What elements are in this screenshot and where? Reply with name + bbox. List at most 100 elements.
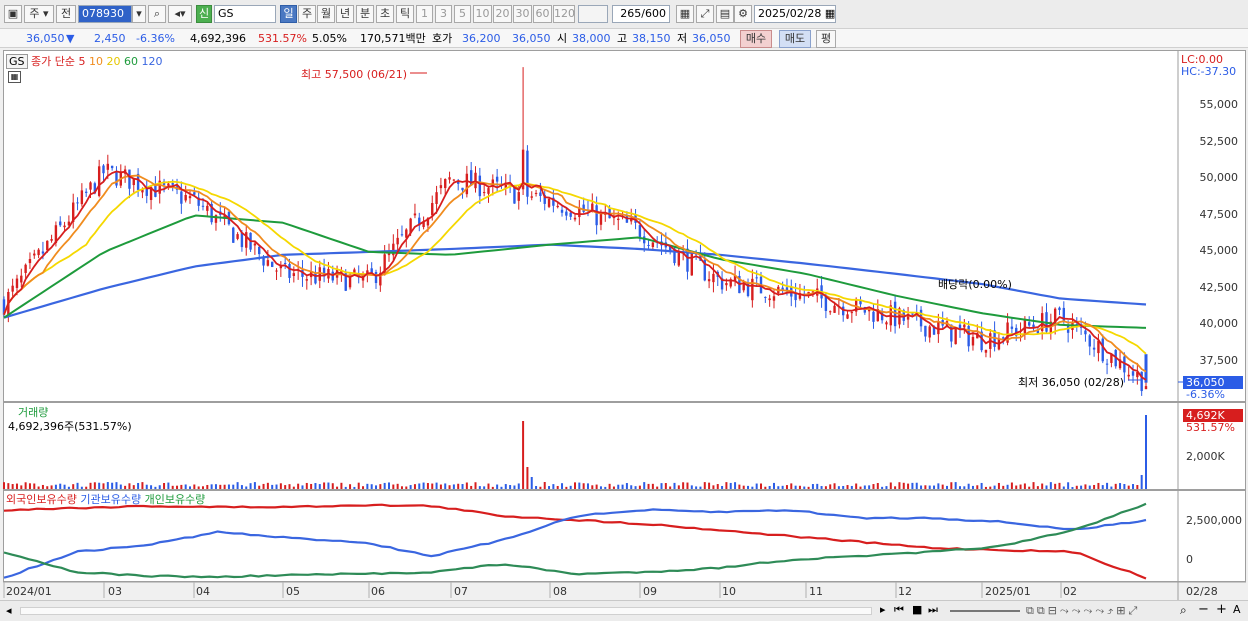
candle-body (755, 277, 758, 279)
volume-bar (543, 482, 546, 489)
volume-bar (1123, 484, 1126, 489)
candle-body (89, 182, 92, 190)
volume-bar (245, 486, 248, 489)
volume-bar (889, 482, 892, 489)
volume-bar (526, 467, 529, 489)
candle-body (46, 240, 49, 251)
candle-body (1084, 330, 1087, 335)
volume-bar (686, 482, 689, 489)
candle-body (850, 312, 854, 314)
volume-bar (1010, 482, 1013, 489)
volume-bar (145, 484, 148, 489)
candle-body (431, 203, 434, 216)
last-price-pct: -6.36% (1186, 388, 1225, 401)
volume-bar (729, 482, 732, 489)
volume-bar (920, 485, 923, 489)
play-button[interactable]: ⏭ (928, 603, 938, 617)
candle-body (84, 191, 88, 193)
chart-canvas[interactable] (0, 0, 1248, 621)
font-size-button[interactable]: A (1233, 603, 1241, 616)
x-tick-08: 08 (553, 585, 567, 598)
candle-body (984, 349, 988, 353)
institution-holdings-line (3, 503, 1147, 580)
scroll-right-button[interactable]: ▸ (880, 603, 886, 616)
volume-bar (154, 486, 157, 489)
chart-tools-strip[interactable]: ⧉⧉⊟⤳⤳⤳⤳⤴⊞⤢ (1026, 604, 1140, 618)
volume-bar (946, 485, 949, 489)
candle-body (115, 172, 118, 186)
volume-bar (954, 482, 957, 489)
volume-bar (375, 485, 378, 489)
candle-body (924, 325, 927, 337)
candle-body (128, 169, 131, 189)
volume-bar (465, 482, 468, 489)
zoom-out-button[interactable]: − (1198, 602, 1209, 617)
rewind-button[interactable]: ⏮ (894, 603, 904, 617)
candle-body (742, 284, 745, 291)
candle-body (712, 273, 715, 283)
candle-body (59, 221, 62, 226)
legend-individual: 개인보유수량 (144, 493, 206, 506)
volume-bar (141, 482, 144, 489)
candle-body (288, 264, 291, 278)
volume-bar (682, 482, 685, 489)
volume-bar (1036, 486, 1039, 489)
scroll-left-button[interactable]: ◂ (6, 604, 12, 617)
zoom-icon[interactable]: ⌕ (1180, 603, 1187, 618)
ma10-line (3, 174, 1147, 373)
volume-bar (634, 486, 637, 489)
zoom-in-button[interactable]: + (1216, 602, 1227, 617)
candle-body (102, 165, 105, 174)
volume-bar (608, 483, 611, 489)
candle-body (396, 237, 399, 245)
volume-bar (210, 484, 213, 489)
volume-bar (768, 486, 771, 489)
volume-bar (738, 484, 741, 489)
zoom-slider[interactable] (950, 610, 1020, 612)
horizontal-scrollbar[interactable] (20, 607, 872, 615)
volume-bar (227, 484, 230, 489)
volume-bar (266, 482, 269, 489)
candle-body (530, 196, 533, 198)
volume-bar (275, 484, 278, 489)
candle-body (751, 278, 754, 301)
volume-bar (1032, 482, 1035, 489)
volume-bar (595, 484, 598, 489)
volume-bar (340, 482, 343, 489)
volume-bar (444, 483, 447, 489)
volume-bar (656, 486, 659, 489)
stop-button[interactable]: ■ (912, 603, 922, 616)
volume-bar (115, 482, 118, 489)
candle-body (885, 322, 888, 325)
volume-bar (630, 485, 633, 489)
volume-bar (612, 486, 615, 489)
volume-bar (621, 484, 624, 489)
candle-body (872, 311, 875, 322)
candle-body (560, 209, 564, 213)
volume-bar (1088, 485, 1091, 489)
volume-bar (1067, 482, 1070, 489)
volume-bar (491, 486, 494, 489)
candle-body (106, 163, 110, 170)
volume-bar (201, 486, 204, 489)
volume-bar (785, 485, 788, 489)
price-tag[interactable]: GS (6, 54, 28, 69)
legend-prefix: 종가 단순 (31, 55, 75, 68)
grid-toggle-icon[interactable]: ▦ (8, 71, 21, 83)
volume-bar (409, 485, 412, 489)
volume-bar (1028, 486, 1031, 489)
candle-body (50, 239, 53, 241)
volume-bar (651, 483, 654, 489)
volume-bar (816, 483, 819, 489)
candle-body (1092, 347, 1096, 350)
y-tick-45000: 45,000 (1199, 244, 1239, 257)
volume-bar (426, 483, 429, 489)
volume-bar (46, 486, 49, 489)
volume-bar (80, 486, 83, 489)
volume-bar (232, 484, 235, 489)
volume-bar (941, 484, 944, 489)
volume-bar (448, 485, 451, 489)
volume-bar (734, 482, 737, 489)
volume-bar (271, 484, 274, 489)
candle-body (573, 217, 577, 220)
